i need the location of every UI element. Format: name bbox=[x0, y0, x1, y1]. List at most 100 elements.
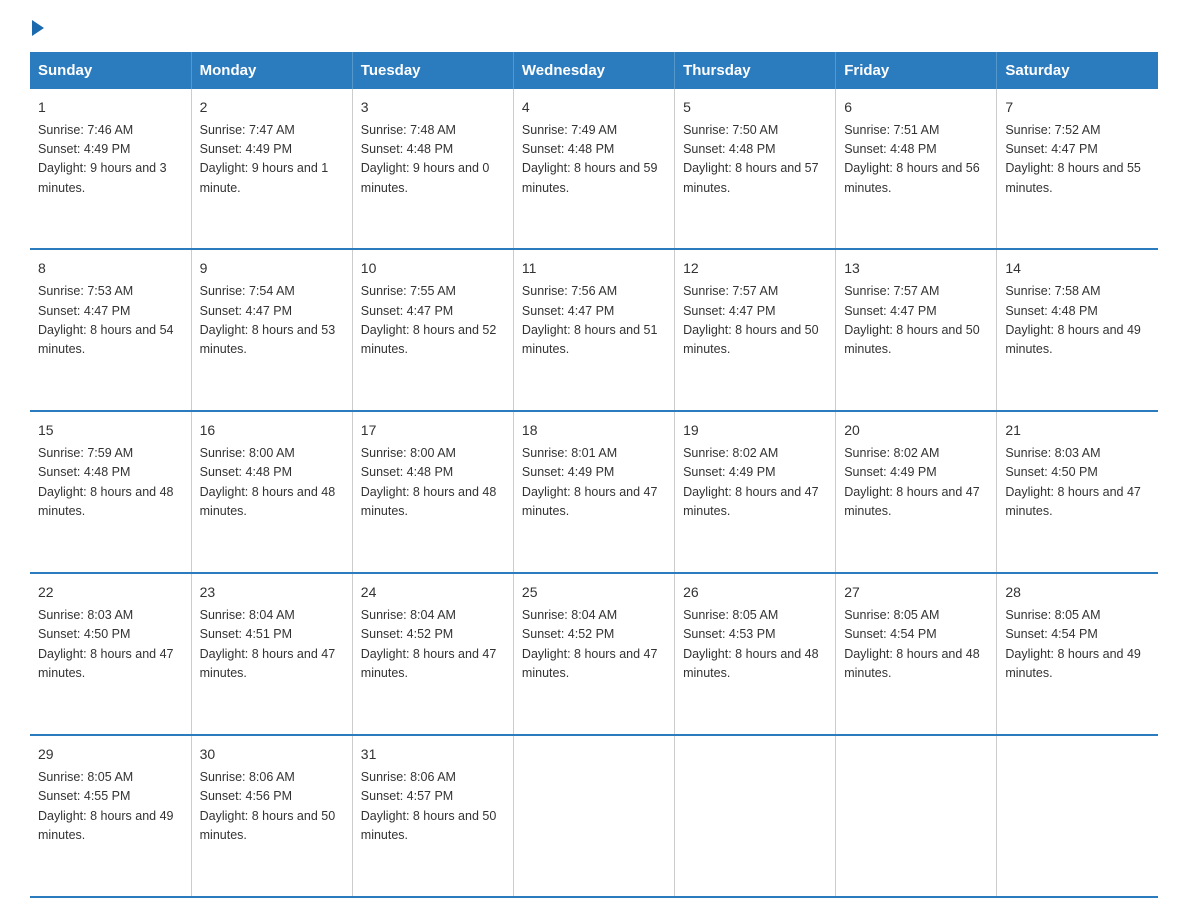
calendar-cell: 27 Sunrise: 8:05 AMSunset: 4:54 PMDayligh… bbox=[836, 573, 997, 735]
day-info: Sunrise: 8:01 AMSunset: 4:49 PMDaylight:… bbox=[522, 446, 658, 518]
calendar-cell: 4Sunrise: 7:49 AMSunset: 4:48 PMDaylight… bbox=[513, 89, 674, 249]
day-info: Sunrise: 8:06 AMSunset: 4:57 PMDaylight:… bbox=[361, 770, 497, 842]
calendar-cell: 6 Sunrise: 7:51 AMSunset: 4:48 PMDaylight… bbox=[836, 89, 997, 249]
day-info: Sunrise: 7:46 AMSunset: 4:49 PMDaylight:… bbox=[38, 123, 167, 195]
day-info: Sunrise: 7:47 AMSunset: 4:49 PMDaylight:… bbox=[200, 123, 329, 195]
day-info: Sunrise: 7:59 AMSunset: 4:48 PMDaylight:… bbox=[38, 446, 174, 518]
calendar-cell: 18 Sunrise: 8:01 AMSunset: 4:49 PMDayligh… bbox=[513, 411, 674, 573]
day-number: 13 bbox=[844, 258, 988, 280]
day-number: 21 bbox=[1005, 420, 1150, 442]
day-number: 1 bbox=[38, 97, 183, 119]
day-number: 17 bbox=[361, 420, 505, 442]
calendar-cell bbox=[513, 735, 674, 897]
calendar-cell: 14 Sunrise: 7:58 AMSunset: 4:48 PMDayligh… bbox=[997, 249, 1158, 411]
calendar-cell: 26 Sunrise: 8:05 AMSunset: 4:53 PMDayligh… bbox=[675, 573, 836, 735]
day-header-tuesday: Tuesday bbox=[352, 52, 513, 89]
day-header-sunday: Sunday bbox=[30, 52, 191, 89]
day-info: Sunrise: 7:51 AMSunset: 4:48 PMDaylight:… bbox=[844, 123, 980, 195]
day-number: 30 bbox=[200, 744, 344, 766]
day-header-saturday: Saturday bbox=[997, 52, 1158, 89]
day-info: Sunrise: 7:57 AMSunset: 4:47 PMDaylight:… bbox=[844, 284, 980, 356]
day-info: Sunrise: 7:54 AMSunset: 4:47 PMDaylight:… bbox=[200, 284, 336, 356]
day-info: Sunrise: 8:00 AMSunset: 4:48 PMDaylight:… bbox=[200, 446, 336, 518]
week-row-1: 1 Sunrise: 7:46 AMSunset: 4:49 PMDaylight… bbox=[30, 89, 1158, 249]
calendar-cell: 21 Sunrise: 8:03 AMSunset: 4:50 PMDayligh… bbox=[997, 411, 1158, 573]
day-header-monday: Monday bbox=[191, 52, 352, 89]
calendar-cell: 11 Sunrise: 7:56 AMSunset: 4:47 PMDayligh… bbox=[513, 249, 674, 411]
day-number: 4 bbox=[522, 97, 666, 119]
day-number: 14 bbox=[1005, 258, 1150, 280]
day-info: Sunrise: 7:48 AMSunset: 4:48 PMDaylight:… bbox=[361, 123, 490, 195]
day-info: Sunrise: 7:58 AMSunset: 4:48 PMDaylight:… bbox=[1005, 284, 1141, 356]
day-info: Sunrise: 8:00 AMSunset: 4:48 PMDaylight:… bbox=[361, 446, 497, 518]
calendar-cell: 7 Sunrise: 7:52 AMSunset: 4:47 PMDaylight… bbox=[997, 89, 1158, 249]
calendar-cell: 24 Sunrise: 8:04 AMSunset: 4:52 PMDayligh… bbox=[352, 573, 513, 735]
day-number: 7 bbox=[1005, 97, 1150, 119]
days-header-row: SundayMondayTuesdayWednesdayThursdayFrid… bbox=[30, 52, 1158, 89]
day-number: 9 bbox=[200, 258, 344, 280]
day-info: Sunrise: 8:04 AMSunset: 4:52 PMDaylight:… bbox=[522, 608, 658, 680]
day-number: 8 bbox=[38, 258, 183, 280]
calendar-cell: 28Sunrise: 8:05 AMSunset: 4:54 PMDayligh… bbox=[997, 573, 1158, 735]
day-info: Sunrise: 8:02 AMSunset: 4:49 PMDaylight:… bbox=[844, 446, 980, 518]
day-number: 6 bbox=[844, 97, 988, 119]
calendar-cell bbox=[675, 735, 836, 897]
day-info: Sunrise: 8:04 AMSunset: 4:51 PMDaylight:… bbox=[200, 608, 336, 680]
calendar-cell: 31 Sunrise: 8:06 AMSunset: 4:57 PMDayligh… bbox=[352, 735, 513, 897]
week-row-4: 22 Sunrise: 8:03 AMSunset: 4:50 PMDayligh… bbox=[30, 573, 1158, 735]
calendar-cell: 15 Sunrise: 7:59 AMSunset: 4:48 PMDayligh… bbox=[30, 411, 191, 573]
day-number: 31 bbox=[361, 744, 505, 766]
day-number: 25 bbox=[522, 582, 666, 604]
calendar-table: SundayMondayTuesdayWednesdayThursdayFrid… bbox=[30, 52, 1158, 898]
calendar-cell: 20Sunrise: 8:02 AMSunset: 4:49 PMDayligh… bbox=[836, 411, 997, 573]
calendar-cell: 22 Sunrise: 8:03 AMSunset: 4:50 PMDayligh… bbox=[30, 573, 191, 735]
calendar-cell: 10Sunrise: 7:55 AMSunset: 4:47 PMDayligh… bbox=[352, 249, 513, 411]
day-info: Sunrise: 8:03 AMSunset: 4:50 PMDaylight:… bbox=[38, 608, 174, 680]
week-row-3: 15 Sunrise: 7:59 AMSunset: 4:48 PMDayligh… bbox=[30, 411, 1158, 573]
day-number: 2 bbox=[200, 97, 344, 119]
day-info: Sunrise: 7:56 AMSunset: 4:47 PMDaylight:… bbox=[522, 284, 658, 356]
calendar-cell: 16 Sunrise: 8:00 AMSunset: 4:48 PMDayligh… bbox=[191, 411, 352, 573]
day-header-friday: Friday bbox=[836, 52, 997, 89]
day-header-thursday: Thursday bbox=[675, 52, 836, 89]
day-number: 24 bbox=[361, 582, 505, 604]
logo bbox=[30, 20, 44, 34]
day-number: 19 bbox=[683, 420, 827, 442]
calendar-cell: 25 Sunrise: 8:04 AMSunset: 4:52 PMDayligh… bbox=[513, 573, 674, 735]
day-number: 11 bbox=[522, 258, 666, 280]
calendar-cell: 19 Sunrise: 8:02 AMSunset: 4:49 PMDayligh… bbox=[675, 411, 836, 573]
day-info: Sunrise: 8:03 AMSunset: 4:50 PMDaylight:… bbox=[1005, 446, 1141, 518]
calendar-cell: 12 Sunrise: 7:57 AMSunset: 4:47 PMDayligh… bbox=[675, 249, 836, 411]
day-number: 12 bbox=[683, 258, 827, 280]
day-info: Sunrise: 8:02 AMSunset: 4:49 PMDaylight:… bbox=[683, 446, 819, 518]
calendar-cell: 23 Sunrise: 8:04 AMSunset: 4:51 PMDayligh… bbox=[191, 573, 352, 735]
day-info: Sunrise: 8:06 AMSunset: 4:56 PMDaylight:… bbox=[200, 770, 336, 842]
calendar-cell: 5 Sunrise: 7:50 AMSunset: 4:48 PMDaylight… bbox=[675, 89, 836, 249]
day-info: Sunrise: 7:57 AMSunset: 4:47 PMDaylight:… bbox=[683, 284, 819, 356]
day-number: 16 bbox=[200, 420, 344, 442]
day-info: Sunrise: 8:05 AMSunset: 4:54 PMDaylight:… bbox=[1005, 608, 1141, 680]
day-info: Sunrise: 8:04 AMSunset: 4:52 PMDaylight:… bbox=[361, 608, 497, 680]
day-number: 15 bbox=[38, 420, 183, 442]
day-number: 26 bbox=[683, 582, 827, 604]
calendar-cell bbox=[997, 735, 1158, 897]
calendar-cell: 2 Sunrise: 7:47 AMSunset: 4:49 PMDaylight… bbox=[191, 89, 352, 249]
day-number: 29 bbox=[38, 744, 183, 766]
day-info: Sunrise: 8:05 AMSunset: 4:54 PMDaylight:… bbox=[844, 608, 980, 680]
day-number: 10 bbox=[361, 258, 505, 280]
day-info: Sunrise: 8:05 AMSunset: 4:53 PMDaylight:… bbox=[683, 608, 819, 680]
day-number: 23 bbox=[200, 582, 344, 604]
week-row-5: 29Sunrise: 8:05 AMSunset: 4:55 PMDayligh… bbox=[30, 735, 1158, 897]
day-number: 22 bbox=[38, 582, 183, 604]
day-info: Sunrise: 7:50 AMSunset: 4:48 PMDaylight:… bbox=[683, 123, 819, 195]
calendar-cell: 13 Sunrise: 7:57 AMSunset: 4:47 PMDayligh… bbox=[836, 249, 997, 411]
calendar-cell: 9 Sunrise: 7:54 AMSunset: 4:47 PMDaylight… bbox=[191, 249, 352, 411]
day-number: 27 bbox=[844, 582, 988, 604]
day-info: Sunrise: 7:52 AMSunset: 4:47 PMDaylight:… bbox=[1005, 123, 1141, 195]
day-number: 18 bbox=[522, 420, 666, 442]
day-number: 5 bbox=[683, 97, 827, 119]
calendar-cell: 30 Sunrise: 8:06 AMSunset: 4:56 PMDayligh… bbox=[191, 735, 352, 897]
calendar-cell: 29Sunrise: 8:05 AMSunset: 4:55 PMDayligh… bbox=[30, 735, 191, 897]
page-header bbox=[30, 20, 1158, 34]
calendar-cell: 1 Sunrise: 7:46 AMSunset: 4:49 PMDaylight… bbox=[30, 89, 191, 249]
